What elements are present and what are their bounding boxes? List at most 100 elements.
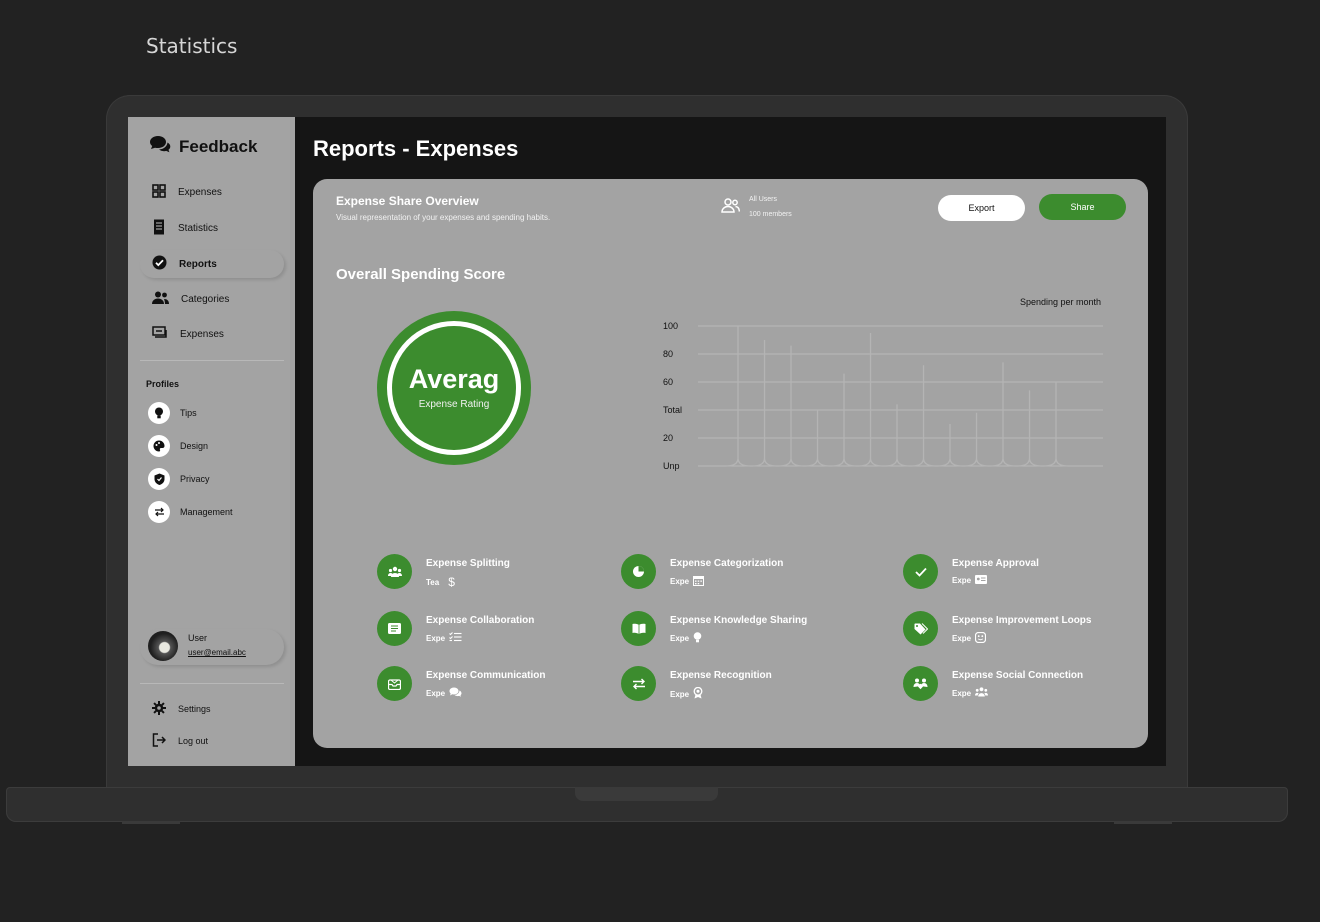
avatar: [148, 631, 178, 661]
handshake-icon: [903, 666, 938, 701]
lightbulb-icon: [148, 402, 170, 424]
feature-sub: Expe: [670, 689, 690, 699]
award-icon: [693, 686, 703, 701]
calendar-icon: [693, 575, 705, 588]
chart-bar: [964, 412, 989, 467]
check-circle-icon: [152, 255, 167, 273]
user-card[interactable]: User user@email.abc: [140, 629, 284, 665]
share-button[interactable]: Share: [1039, 194, 1126, 220]
feature-title: Expense Social Connection: [952, 670, 1084, 681]
dollar-icon: $: [448, 575, 455, 589]
rating-ring-inner: Averag Expense Rating: [392, 326, 516, 450]
sidebar-item-expenses[interactable]: Expenses: [140, 178, 284, 206]
y-tick-label: Total: [663, 405, 682, 415]
users-label: All Users: [749, 196, 778, 203]
swap-icon: [621, 666, 656, 701]
profile-item-label: Management: [180, 507, 233, 517]
card-title: Expense Share Overview: [336, 194, 479, 208]
pie-chart-icon: [621, 554, 656, 589]
feature-expense-social-connection[interactable]: Expense Social Connection Expe: [903, 666, 1083, 701]
feature-sub: Expe: [670, 577, 690, 586]
y-tick-label: 60: [663, 377, 673, 387]
rating-label: Expense Rating: [418, 399, 490, 410]
feature-expense-splitting[interactable]: Expense Splitting Tea $: [377, 554, 510, 589]
chart-bar: [1017, 390, 1042, 467]
feature-title: Expense Recognition: [670, 670, 772, 681]
y-tick-label: 80: [663, 349, 673, 359]
feature-title: Expense Communication: [426, 670, 546, 681]
feature-expense-collaboration[interactable]: Expense Collaboration Expe: [377, 611, 534, 646]
feature-expense-recognition[interactable]: Expense Recognition Expe: [621, 666, 772, 701]
feature-sub: Expe: [952, 576, 972, 585]
gear-icon: [152, 701, 166, 717]
checklist-icon: [449, 632, 462, 644]
brand[interactable]: Feedback: [149, 135, 257, 158]
profile-item-management[interactable]: Management: [148, 501, 233, 523]
logout-label: Log out: [178, 736, 209, 746]
feature-expense-categorization[interactable]: Expense Categorization Expe: [621, 554, 783, 589]
book-icon: [621, 611, 656, 646]
divider: [140, 683, 284, 684]
chat-icon: [449, 687, 462, 699]
chart-bar: [778, 345, 804, 467]
id-card-icon: [975, 575, 988, 586]
sidebar-item-reports[interactable]: Reports: [140, 250, 284, 278]
check-icon: [903, 554, 938, 589]
chart-bar: [725, 326, 751, 467]
report-card: Expense Share Overview Visual representa…: [313, 179, 1148, 748]
users-icon: [377, 554, 412, 589]
chat-bubbles-icon: [149, 135, 171, 158]
chart-bar: [990, 362, 1016, 467]
feature-expense-approval[interactable]: Expense Approval Expe: [903, 554, 1039, 589]
app-screen: Feedback Expenses Statistics Reports Cat…: [128, 117, 1166, 766]
sidebar-item-label: Statistics: [178, 222, 219, 234]
profile-item-tips[interactable]: Tips: [148, 402, 197, 424]
money-transfer-icon: [152, 325, 168, 343]
feature-title: Expense Collaboration: [426, 615, 535, 626]
laptop-foot: [122, 821, 180, 824]
group-icon: [975, 687, 989, 699]
rating-ring: Averag Expense Rating: [377, 311, 531, 465]
sidebar-item-label: Expenses: [180, 328, 224, 340]
feature-expense-improvement-loops[interactable]: Expense Improvement Loops Expe: [903, 611, 1091, 646]
sidebar: Feedback Expenses Statistics Reports Cat…: [128, 117, 295, 766]
profile-item-design[interactable]: Design: [148, 435, 208, 457]
spending-chart: Spending per month 100 80 60 Total 20 Unp: [663, 297, 1103, 471]
receipt-icon: [152, 219, 166, 238]
chart-bar: [858, 333, 883, 467]
profile-item-label: Tips: [180, 408, 197, 418]
y-tick-label: 100: [663, 321, 678, 331]
user-email-link[interactable]: user@email.abc: [188, 648, 246, 657]
chart-title: Spending per month: [1020, 297, 1101, 307]
feature-sub: Tea: [426, 577, 440, 587]
inbox-icon: [377, 666, 412, 701]
laptop-foot: [1114, 821, 1172, 824]
logout-button[interactable]: Log out: [152, 733, 208, 749]
grid-icon: [152, 183, 166, 201]
sidebar-item-label: Reports: [179, 258, 217, 270]
feature-title: Expense Knowledge Sharing: [670, 615, 808, 626]
feature-expense-communication[interactable]: Expense Communication Expe: [377, 666, 545, 701]
palette-icon: [148, 435, 170, 457]
feature-sub: Expe: [952, 688, 972, 698]
list-icon: [377, 611, 412, 646]
feature-title: Expense Splitting: [426, 558, 510, 569]
user-name: User: [188, 633, 208, 643]
y-tick-label: Unp: [663, 461, 680, 471]
sidebar-item-expenses-2[interactable]: Expenses: [140, 320, 284, 348]
sidebar-item-categories[interactable]: Categories: [140, 285, 284, 313]
chart-bar: [831, 373, 857, 467]
chart-bar: [911, 365, 936, 467]
score-title: Overall Spending Score: [336, 266, 506, 283]
settings-button[interactable]: Settings: [152, 701, 211, 717]
feature-expense-knowledge-sharing[interactable]: Expense Knowledge Sharing Expe: [621, 611, 807, 646]
settings-label: Settings: [178, 704, 211, 714]
export-button[interactable]: Export: [938, 195, 1025, 221]
sidebar-item-statistics[interactable]: Statistics: [140, 214, 284, 242]
y-tick-label: 20: [663, 433, 673, 443]
chart-bar: [884, 404, 910, 467]
feature-sub: Expe: [670, 634, 690, 643]
profile-item-privacy[interactable]: Privacy: [148, 468, 210, 490]
rating-value: Averag: [408, 364, 500, 394]
sidebar-item-label: Categories: [181, 293, 230, 305]
